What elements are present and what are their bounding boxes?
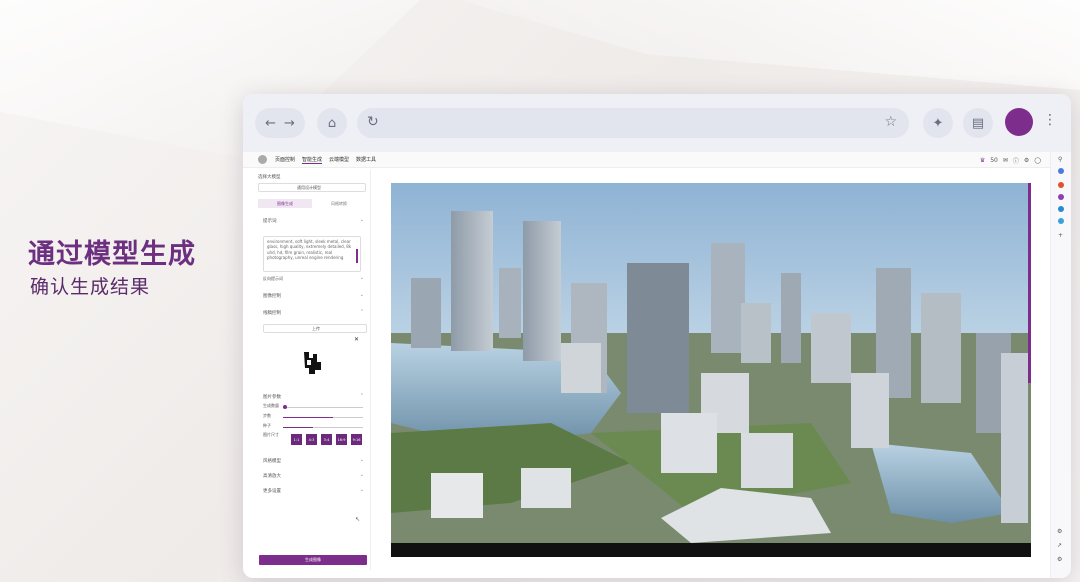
model-select[interactable]: 通用设计模型 (258, 183, 366, 192)
extension-button[interactable]: ✦ (923, 108, 953, 138)
count-slider[interactable] (283, 405, 363, 409)
browser-side-panel: ⚲ + ⚙ ↗ ⚙ (1050, 152, 1071, 578)
prompt-text: environment, soft light, sleek metal, cl… (267, 239, 352, 260)
chevron-up-icon[interactable]: ⌃ (360, 393, 364, 399)
background-shape (460, 0, 1080, 90)
generate-button[interactable]: 生成图像 (259, 555, 367, 565)
negative-prompt-label[interactable]: 反向提示词 (263, 276, 283, 282)
external-link-icon[interactable]: ↗ (1057, 542, 1062, 549)
param-steps-label: 步数 (263, 413, 271, 418)
app-shortcut-icon[interactable] (1058, 194, 1064, 200)
message-icon[interactable]: ✉ (1003, 157, 1008, 164)
generated-city-image (391, 183, 1031, 557)
size-option[interactable]: 16:9 (336, 434, 347, 445)
chevron-up-icon[interactable]: ⌃ (360, 309, 364, 315)
tab-smart-generate[interactable]: 智能生成 (302, 156, 323, 164)
line-control-label[interactable]: 线稿控制 (263, 310, 281, 316)
chevron-down-icon[interactable]: ⌄ (360, 217, 364, 223)
image-params-label[interactable]: 图片参数 (263, 394, 281, 400)
tab-cloud-model[interactable]: 云端模型 (329, 156, 349, 163)
mode-style-transfer[interactable]: 风格转换 (312, 199, 366, 208)
model-select-value: 通用设计模型 (297, 185, 321, 190)
app-shortcut-icon[interactable] (1058, 206, 1064, 212)
upload-button[interactable]: 上传 (263, 324, 367, 333)
size-option[interactable]: 1:1 (291, 434, 302, 445)
side-panel-gear-icon[interactable]: ⚙ (1057, 556, 1062, 563)
slide-title: 通过模型生成 (28, 239, 196, 270)
prompt-scrollbar[interactable] (356, 249, 358, 263)
slide-subtitle: 确认生成结果 (30, 276, 151, 298)
help-icon[interactable]: ⓘ (1013, 156, 1019, 165)
add-icon[interactable]: + (1058, 232, 1063, 239)
settings-icon[interactable]: ⚙ (1024, 157, 1029, 164)
seed-slider[interactable] (283, 427, 363, 428)
search-icon[interactable]: ⚲ (1058, 156, 1062, 163)
canvas-scroll-indicator[interactable] (1028, 183, 1031, 383)
app-shortcut-icon[interactable] (1058, 182, 1064, 188)
upscale-label[interactable]: 高清放大 (263, 473, 281, 479)
browser-window: ← → ⌂ ↻ ☆ ✦ ▤ ⋮ 页面控制 智能生成 云端模型 数据工具 ♛ 50… (243, 94, 1071, 578)
more-settings-label[interactable]: 更多设置 (263, 488, 281, 494)
reload-icon[interactable]: ↻ (367, 115, 379, 129)
app-status-area: ♛ 50 ✉ ⓘ ⚙ ◯ (980, 156, 1041, 165)
chevron-down-icon[interactable]: ⌄ (360, 487, 364, 493)
param-size-label: 图片尺寸 (263, 432, 279, 437)
size-option[interactable]: 9:16 (351, 434, 362, 445)
close-icon[interactable]: ✕ (354, 336, 359, 343)
steps-slider[interactable] (283, 417, 363, 418)
extension-icon: ✦ (932, 115, 944, 131)
tab-page-control[interactable]: 页面控制 (275, 156, 295, 163)
style-model-label[interactable]: 风格模型 (263, 458, 281, 464)
prompt-section-label[interactable]: 提示词 (263, 218, 277, 224)
mode-toggle: 图像生成 风格转换 (258, 199, 366, 208)
chevron-down-icon[interactable]: ⌄ (360, 457, 364, 463)
app-shortcut-icon[interactable] (1058, 218, 1064, 224)
chevron-down-icon[interactable]: ⌄ (360, 275, 364, 281)
app-shortcut-icon[interactable] (1058, 168, 1064, 174)
reading-list-button[interactable]: ▤ (963, 108, 993, 138)
param-count-label: 生成数量 (263, 403, 279, 408)
app-header: 页面控制 智能生成 云端模型 数据工具 ♛ 50 ✉ ⓘ ⚙ ◯ (243, 152, 1071, 168)
generated-image-canvas[interactable] (391, 183, 1031, 557)
browser-toolbar: ← → ⌂ ↻ ☆ ✦ ▤ ⋮ (243, 94, 1071, 152)
left-control-panel: 选择大模型 通用设计模型 图像生成 风格转换 提示词 ⌄ environment… (253, 170, 371, 570)
crown-icon: ♛ (979, 157, 986, 164)
settings-icon[interactable]: ⚙ (1057, 528, 1062, 535)
size-option[interactable]: 3:4 (321, 434, 332, 445)
upload-button-label: 上传 (312, 326, 320, 331)
back-arrow-icon[interactable]: ← (265, 117, 276, 130)
chevron-down-icon[interactable]: ⌄ (360, 472, 364, 478)
param-seed-label: 种子 (263, 423, 271, 428)
bookmark-star-icon[interactable]: ☆ (884, 115, 897, 129)
home-icon: ⌂ (327, 115, 337, 131)
reading-list-icon: ▤ (971, 115, 985, 131)
status-count: 50 (990, 157, 998, 164)
mode-image-generate[interactable]: 图像生成 (258, 199, 312, 208)
tab-data-tools[interactable]: 数据工具 (356, 156, 376, 163)
user-icon[interactable]: ◯ (1034, 157, 1041, 164)
prompt-textarea[interactable]: environment, soft light, sleek metal, cl… (263, 236, 361, 272)
size-option[interactable]: 4:3 (306, 434, 317, 445)
more-menu-icon[interactable]: ⋮ (1043, 112, 1057, 128)
nav-buttons: ← → (255, 108, 305, 138)
image-control-label[interactable]: 图像控制 (263, 293, 281, 299)
cursor-icon: ↖ (355, 516, 361, 523)
address-bar[interactable]: ↻ ☆ (357, 108, 909, 138)
profile-avatar[interactable] (1005, 108, 1033, 136)
sketch-thumbnail (304, 352, 321, 374)
forward-arrow-icon[interactable]: → (284, 117, 295, 130)
home-button[interactable]: ⌂ (317, 108, 347, 138)
app-logo (258, 155, 267, 164)
model-label: 选择大模型 (258, 175, 281, 180)
chevron-down-icon[interactable]: ⌄ (360, 292, 364, 298)
